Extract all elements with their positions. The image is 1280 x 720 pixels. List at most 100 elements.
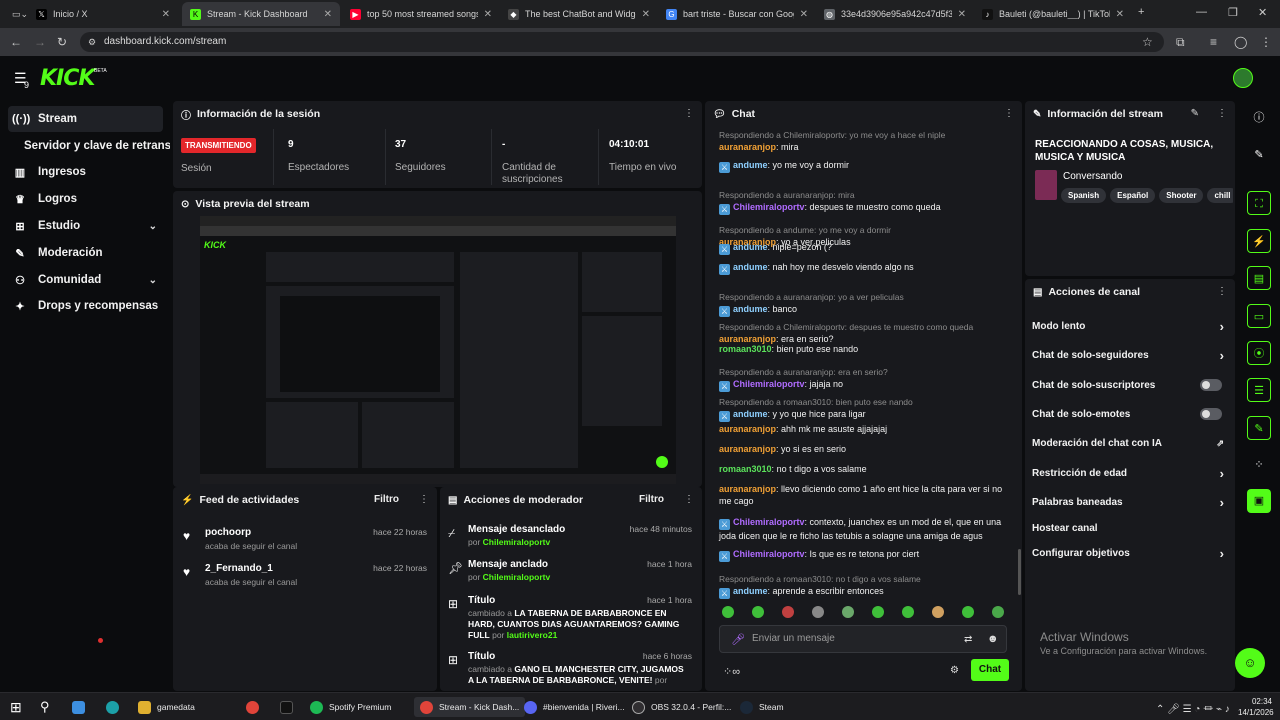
tab-list-icon[interactable]: ▭⌄ [12,9,28,20]
taskbar-item-gamedata[interactable]: gamedata [138,697,195,717]
tag[interactable]: Spanish [1061,188,1107,203]
more-options-icon[interactable]: ⋮ [684,108,694,119]
action-ai-moderation[interactable]: Moderación del chat con IA ⇗ [1032,433,1228,453]
more-options-icon[interactable]: ⋮ [1217,286,1227,297]
chat-username[interactable]: andume [733,242,768,252]
broadcast-icon[interactable]: ⦿ [1247,341,1271,365]
sidebar-item-server-key[interactable]: Servidor y clave de retransmisión [20,133,170,159]
action-set-goals[interactable]: Configurar objetivos › [1032,543,1228,563]
extensions-icon[interactable]: ⧉ [1176,35,1185,50]
widgets-icon[interactable] [72,697,91,717]
focus-icon[interactable]: ⛶ [1247,191,1271,215]
microphone-icon[interactable]: 🎤︎ [731,633,745,646]
more-options-icon[interactable]: ⋮ [1217,108,1227,119]
subscribers-only-toggle[interactable] [1200,379,1222,391]
chat-username[interactable]: auranaranjop [719,142,776,152]
clock[interactable]: 02:34 14/1/2026 [1238,696,1274,718]
close-icon[interactable]: ✕ [958,9,966,20]
emote-icon[interactable] [872,606,884,618]
close-icon[interactable]: ✕ [324,9,332,20]
category-thumbnail[interactable] [1035,170,1057,200]
layers-icon[interactable]: ☰ [1247,378,1271,402]
action-slow-mode[interactable]: Modo lento › [1032,316,1228,336]
chat-username[interactable]: Chilemiraloportv [733,549,805,559]
tiktok-icon[interactable] [280,697,299,717]
sidebar-item-stream[interactable]: ((·)) Stream [8,106,163,132]
pencil-icon[interactable]: ✎ [1247,143,1271,167]
chat-username[interactable]: romaan3010 [719,464,772,474]
url-field[interactable]: dashboard.kick.com/stream [80,32,1164,52]
emoji-icon[interactable]: ☻ [987,633,999,645]
chat-username[interactable]: andume [733,409,768,419]
browser-tab[interactable]: Gbart triste - Buscar con Google ✕ [658,2,816,26]
sidebar-item-ingresos[interactable]: ▥ Ingresos [8,159,163,185]
tag[interactable]: Español [1110,188,1156,203]
kick-points-icon[interactable]: ⁘∞ [723,665,740,678]
site-info-icon[interactable]: ⚙ [88,37,96,48]
taskbar-item-steam[interactable]: Steam [740,697,784,717]
clapperboard-icon[interactable]: ▣ [1247,489,1271,513]
action-age-restriction[interactable]: Restricción de edad › [1032,463,1228,483]
sidebar-item-comunidad[interactable]: ⚇ Comunidad ⌄ [8,267,163,293]
sidebar-item-estudio[interactable]: ⊞ Estudio ⌄ [8,213,163,239]
mod-username[interactable]: Chilemiraloportv [483,572,551,582]
action-followers-only[interactable]: Chat de solo-seguidores › [1032,345,1228,365]
browser-tab[interactable]: ♪ Bauleti (@bauleti__) | TikTok ✕ [974,2,1132,26]
filter-button[interactable]: Filtro [639,494,664,505]
browser-tab-active[interactable]: K Stream - Kick Dashboard ✕ [182,2,340,26]
comment-icon[interactable]: ▭ [1247,304,1271,328]
chat-username[interactable]: romaan3010 [719,344,772,354]
close-icon[interactable]: ✕ [484,9,492,20]
emotes-only-toggle[interactable] [1200,408,1222,420]
emote-icon[interactable] [722,606,734,618]
taskbar-item-spotify[interactable]: Spotify Premium [310,697,391,717]
more-options-icon[interactable]: ⋮ [1004,108,1014,119]
chat-username[interactable]: andume [733,262,768,272]
taskbar-item-discord[interactable]: #bienvenida | Riveri... [524,697,625,717]
document-icon[interactable]: ▤ [1247,266,1271,290]
settings-icon[interactable]: ⚙ [950,665,959,676]
mod-username[interactable]: Chilemiraloportv [483,537,551,547]
close-icon[interactable]: ✕ [1116,9,1124,20]
start-icon[interactable]: ⊞ [10,697,22,717]
reload-icon[interactable]: ↻ [57,35,67,49]
edit-icon[interactable]: ✎ [1191,108,1199,119]
browser-tab[interactable]: ◍ 33e4d3906e95a942c47d5f3672 ✕ [816,2,974,26]
emote-icon[interactable] [992,606,1004,618]
chat-username[interactable]: andume [733,160,768,170]
emote-icon[interactable] [782,606,794,618]
sidebar-item-logros[interactable]: ♛ Logros [8,186,163,212]
chat-username[interactable]: andume [733,304,768,314]
browser-tab[interactable]: ◆ The best ChatBot and Widgets ✕ [500,2,658,26]
close-icon[interactable]: ✕ [162,9,170,20]
taskbar-item-obs[interactable]: OBS 32.0.4 - Perfil:... [632,697,731,717]
browser-tab[interactable]: 𝕏 Inicio / X ✕ [28,2,178,26]
media-icon[interactable]: ≡ [1210,35,1217,49]
feed-username[interactable]: pochoorp [205,527,251,538]
chat-scrollbar[interactable] [1018,549,1021,595]
action-host-channel[interactable]: Hostear canal [1032,518,1228,538]
chat-username[interactable]: andume [733,586,768,596]
restore-icon[interactable]: ❐ [1228,6,1238,19]
emote-icon[interactable] [812,606,824,618]
more-options-icon[interactable]: ⋮ [419,494,429,505]
emote-icon[interactable] [842,606,854,618]
tray-icons[interactable]: ⌃ 🎤︎ ☰ ◔ ⏛ ⌁ ♪ [1156,697,1230,717]
sidebar-item-drops[interactable]: ✦ Drops y recompensas [8,293,163,319]
chat-username[interactable]: auranaranjop [719,484,776,494]
emote-icon[interactable] [962,606,974,618]
tag[interactable]: chill [1207,188,1233,203]
translate-icon[interactable]: ⇄ [964,634,972,645]
lightning-icon[interactable]: ⚡ [1247,229,1271,253]
edge-icon[interactable] [106,697,125,717]
chat-username[interactable]: Chilemiraloportv [733,379,805,389]
emote-icon[interactable] [902,606,914,618]
back-icon[interactable]: ← [10,35,22,49]
stream-preview-video[interactable]: KICK [200,216,676,484]
minimize-icon[interactable]: — [1196,6,1207,18]
chat-username[interactable]: Chilemiraloportv [733,517,805,527]
filter-button[interactable]: Filtro [374,494,399,505]
mod-username[interactable]: lautirivero21 [507,630,558,640]
more-options-icon[interactable]: ⋮ [684,494,694,505]
action-banned-words[interactable]: Palabras baneadas › [1032,492,1228,512]
